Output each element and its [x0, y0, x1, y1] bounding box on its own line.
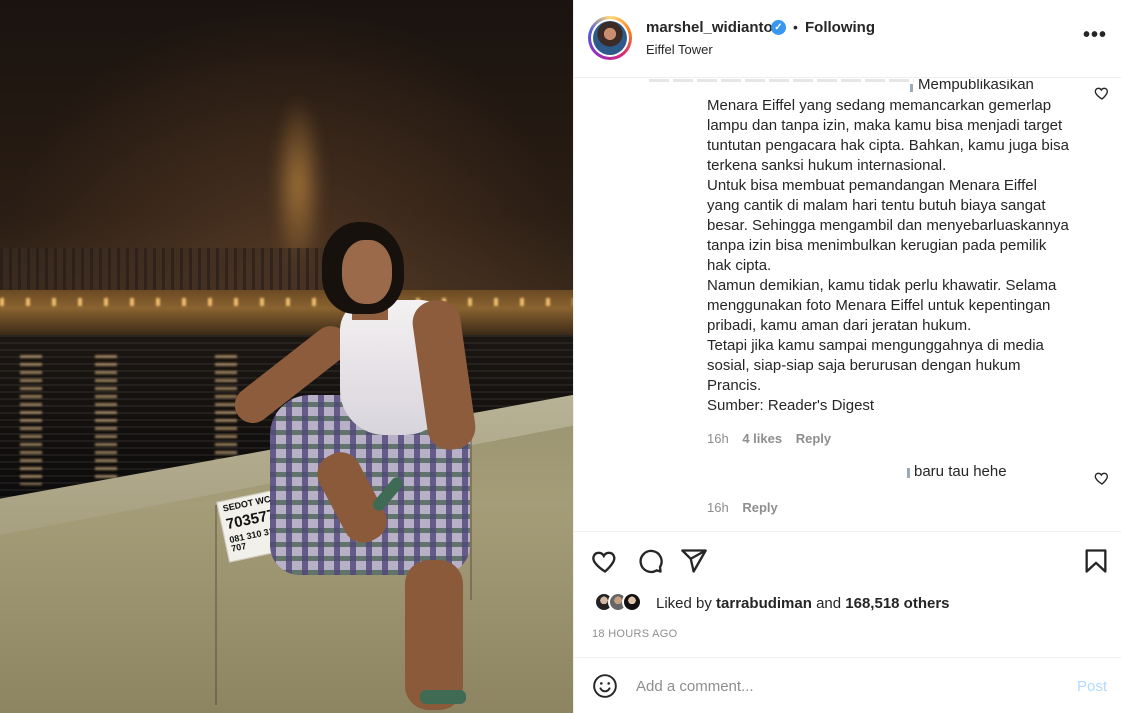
- profile-avatar[interactable]: [588, 16, 632, 60]
- following-button[interactable]: Following: [805, 19, 875, 36]
- liked-by-text: Liked by tarrabudiman and 168,518 others: [656, 595, 950, 612]
- post-actions: Liked by tarrabudiman and 168,518 others…: [574, 531, 1121, 657]
- add-comment-bar: Post: [574, 657, 1121, 713]
- username-link[interactable]: marshel_widianto: [646, 19, 773, 36]
- avatar-image: [593, 21, 627, 55]
- comment-meta: 16h Reply: [707, 500, 788, 515]
- post-timestamp[interactable]: 18 HOURS AGO: [592, 628, 678, 640]
- truncated-username: [649, 79, 914, 82]
- comments-list[interactable]: Mempublikasikan Menara Eiffel yang sedan…: [574, 79, 1121, 531]
- person-leg-right: [405, 560, 463, 710]
- heart-icon[interactable]: [1094, 470, 1110, 486]
- bookmark-icon[interactable]: [1082, 547, 1110, 575]
- post-header: marshel_widianto ✓ • Following Eiffel To…: [574, 0, 1121, 78]
- emoji-fragment: [907, 468, 910, 478]
- comment-time: 16h: [707, 431, 729, 446]
- comment-body: Menara Eiffel yang sedang memancarkan ge…: [707, 97, 1069, 414]
- more-icon[interactable]: •••: [1083, 24, 1107, 47]
- comment-body: baru tau hehe: [914, 463, 1007, 480]
- emoji-fragment: [910, 84, 913, 92]
- heart-icon[interactable]: [591, 547, 619, 575]
- heart-icon[interactable]: [1094, 85, 1110, 101]
- separator-dot: •: [793, 19, 798, 35]
- liked-by-and: and: [816, 595, 842, 612]
- emoji-icon[interactable]: [592, 673, 618, 699]
- post-details-panel: marshel_widianto ✓ • Following Eiffel To…: [573, 0, 1121, 713]
- comment-input[interactable]: [636, 674, 1056, 698]
- share-icon[interactable]: [680, 547, 708, 575]
- comment-time: 16h: [707, 500, 729, 515]
- person: [0, 0, 573, 713]
- comment-first-line: Mempublikasikan: [918, 79, 1034, 93]
- verified-icon: ✓: [771, 20, 786, 35]
- location-link[interactable]: Eiffel Tower: [646, 42, 713, 57]
- liked-by-prefix: Liked by: [656, 595, 712, 612]
- reply-button[interactable]: Reply: [796, 431, 831, 446]
- comment-likes[interactable]: 4 likes: [742, 431, 782, 446]
- comment-meta: 16h 4 likes Reply: [707, 431, 841, 446]
- liker-avatar[interactable]: [622, 592, 642, 612]
- post-photo[interactable]: SEDOT WC 70357700 081 310 310 707: [0, 0, 573, 713]
- sandal: [420, 690, 466, 704]
- post-button[interactable]: Post: [1077, 678, 1107, 695]
- liked-by-user[interactable]: tarrabudiman: [716, 595, 812, 612]
- likes-count[interactable]: 168,518 others: [845, 595, 949, 612]
- comment-icon[interactable]: [636, 547, 664, 575]
- reply-button[interactable]: Reply: [742, 500, 777, 515]
- person-face: [342, 240, 392, 304]
